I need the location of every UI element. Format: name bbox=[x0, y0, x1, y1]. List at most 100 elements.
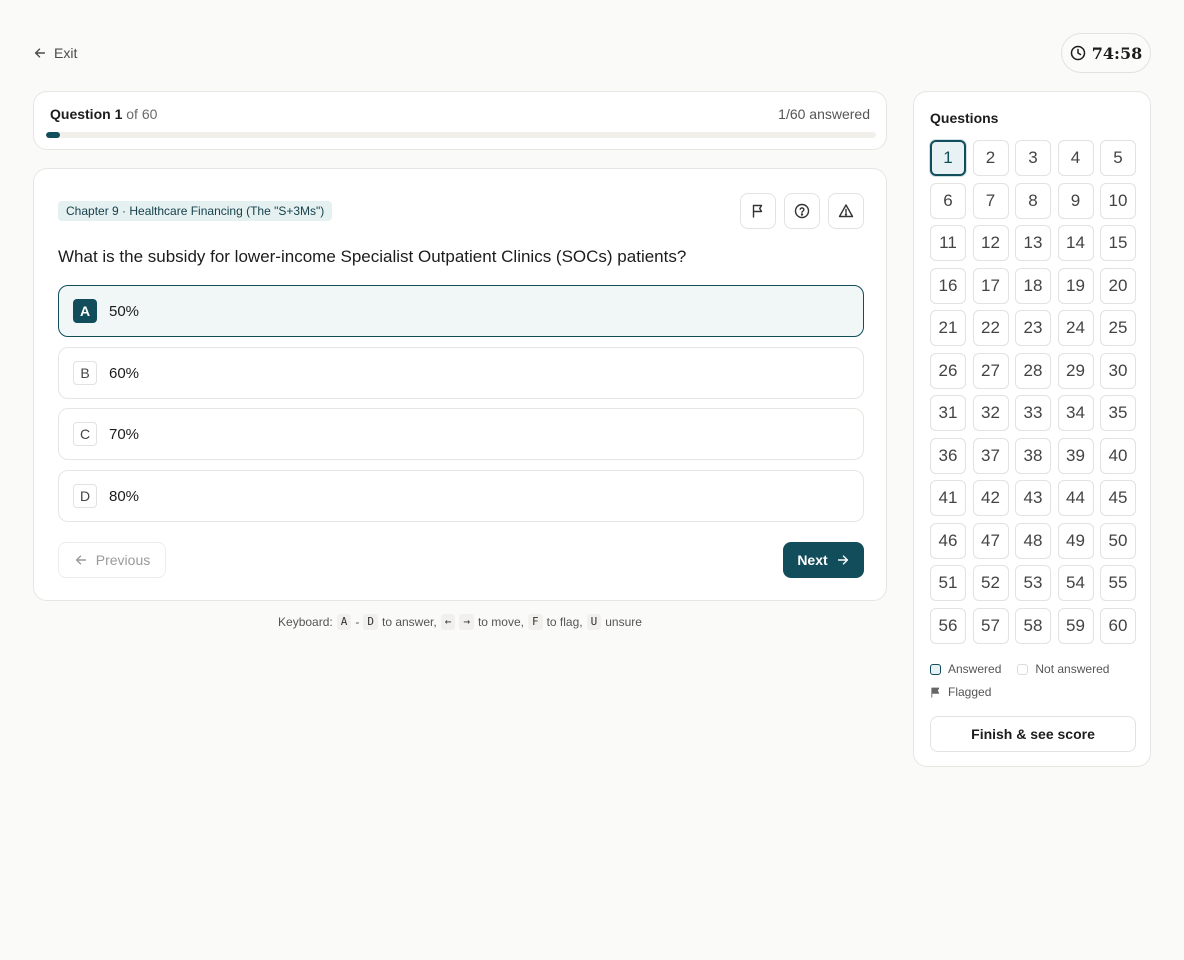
question-cell-25[interactable]: 25 bbox=[1100, 310, 1136, 346]
question-cell-5[interactable]: 5 bbox=[1100, 140, 1136, 176]
question-cell-60[interactable]: 60 bbox=[1100, 607, 1136, 644]
option-text: 80% bbox=[109, 487, 140, 505]
question-cell-33[interactable]: 33 bbox=[1015, 395, 1051, 431]
question-cell-48[interactable]: 48 bbox=[1015, 522, 1051, 559]
question-cell-24[interactable]: 24 bbox=[1057, 310, 1094, 346]
progress-bar bbox=[46, 132, 876, 138]
question-cell-42[interactable]: 42 bbox=[972, 480, 1009, 516]
question-grid: 1 2 3 4 5 6 7 8 9 10 11 12 13 14 15 16 17 18 19 20 21 22 23 24 2… bbox=[930, 140, 1136, 644]
question-cell-15[interactable]: 15 bbox=[1100, 225, 1136, 261]
question-cell-10[interactable]: 10 bbox=[1100, 182, 1136, 219]
warning-triangle-icon bbox=[838, 204, 854, 218]
question-cell-38[interactable]: 38 bbox=[1015, 437, 1051, 474]
question-cell-49[interactable]: 49 bbox=[1057, 522, 1094, 559]
arrow-left-icon bbox=[75, 555, 86, 565]
option-c[interactable]: C 70% bbox=[58, 408, 864, 460]
progress-card: Question 1 of 60 1/60 answered bbox=[33, 91, 887, 150]
option-b[interactable]: B 60% bbox=[58, 347, 864, 399]
flag-icon bbox=[931, 687, 940, 698]
question-cell-54[interactable]: 54 bbox=[1057, 565, 1094, 601]
previous-label: Previous bbox=[95, 552, 151, 568]
arrow-right-icon bbox=[837, 555, 848, 565]
exit-label: Exit bbox=[54, 45, 78, 61]
question-cell-11[interactable]: 11 bbox=[930, 225, 966, 261]
key-a: A bbox=[336, 614, 352, 630]
question-cell-59[interactable]: 59 bbox=[1057, 607, 1094, 644]
question-cell-4[interactable]: 4 bbox=[1057, 140, 1094, 176]
question-cell-23[interactable]: 23 bbox=[1015, 310, 1051, 346]
question-cell-43[interactable]: 43 bbox=[1015, 480, 1051, 516]
question-cell-52[interactable]: 52 bbox=[972, 565, 1009, 601]
question-cell-17[interactable]: 17 bbox=[972, 267, 1009, 304]
question-cell-32[interactable]: 32 bbox=[972, 395, 1009, 431]
question-cell-37[interactable]: 37 bbox=[972, 437, 1009, 474]
question-cell-22[interactable]: 22 bbox=[972, 310, 1009, 346]
question-cell-12[interactable]: 12 bbox=[972, 225, 1009, 261]
question-cell-56[interactable]: 56 bbox=[930, 607, 966, 644]
hint-dash: - bbox=[355, 615, 360, 629]
question-cell-50[interactable]: 50 bbox=[1100, 522, 1136, 559]
question-cell-41[interactable]: 41 bbox=[930, 480, 966, 516]
legend-not-answered-label: Not answered bbox=[1035, 662, 1110, 676]
flag-button[interactable] bbox=[740, 193, 776, 229]
question-cell-35[interactable]: 35 bbox=[1100, 395, 1136, 431]
question-cell-9[interactable]: 9 bbox=[1057, 182, 1094, 219]
question-cell-13[interactable]: 13 bbox=[1015, 225, 1051, 261]
timer: 74:58 bbox=[1061, 33, 1151, 73]
unsure-button[interactable] bbox=[784, 193, 820, 229]
question-cell-30[interactable]: 30 bbox=[1100, 352, 1136, 389]
question-cell-51[interactable]: 51 bbox=[930, 565, 966, 601]
question-total: of 60 bbox=[126, 106, 158, 122]
previous-button[interactable]: Previous bbox=[58, 542, 166, 578]
question-cell-20[interactable]: 20 bbox=[1100, 267, 1136, 304]
next-button[interactable]: Next bbox=[783, 542, 864, 578]
question-cell-34[interactable]: 34 bbox=[1057, 395, 1094, 431]
question-cell-19[interactable]: 19 bbox=[1057, 267, 1094, 304]
question-cell-1[interactable]: 1 bbox=[930, 140, 966, 176]
question-cell-40[interactable]: 40 bbox=[1100, 437, 1136, 474]
key-left: ← bbox=[440, 614, 456, 630]
progress-bar-fill bbox=[46, 132, 60, 138]
not-answered-swatch bbox=[1017, 663, 1029, 675]
question-cell-18[interactable]: 18 bbox=[1015, 267, 1051, 304]
hint-prefix: Keyboard: bbox=[278, 615, 333, 629]
question-cell-14[interactable]: 14 bbox=[1057, 225, 1094, 261]
key-u: U bbox=[586, 614, 602, 630]
option-text: 70% bbox=[109, 425, 140, 443]
question-cell-26[interactable]: 26 bbox=[930, 352, 966, 389]
question-cell-28[interactable]: 28 bbox=[1015, 352, 1051, 389]
question-cell-57[interactable]: 57 bbox=[972, 607, 1009, 644]
question-cell-47[interactable]: 47 bbox=[972, 522, 1009, 559]
report-button[interactable] bbox=[828, 193, 864, 229]
hint-unsure: unsure bbox=[605, 615, 642, 629]
chapter-tag: Chapter 9 · Healthcare Financing (The "S… bbox=[58, 201, 333, 221]
question-cell-55[interactable]: 55 bbox=[1100, 565, 1136, 601]
question-cell-58[interactable]: 58 bbox=[1015, 607, 1051, 644]
question-cell-39[interactable]: 39 bbox=[1057, 437, 1094, 474]
key-right: → bbox=[459, 614, 474, 630]
question-cell-31[interactable]: 31 bbox=[930, 395, 966, 431]
question-cell-27[interactable]: 27 bbox=[972, 352, 1009, 389]
question-cell-6[interactable]: 6 bbox=[930, 182, 966, 219]
option-a[interactable]: A 50% bbox=[58, 285, 864, 337]
question-cell-45[interactable]: 45 bbox=[1100, 480, 1136, 516]
question-cell-29[interactable]: 29 bbox=[1057, 352, 1094, 389]
question-cell-2[interactable]: 2 bbox=[972, 140, 1009, 176]
timer-value: 74:58 bbox=[1091, 43, 1143, 63]
question-cell-46[interactable]: 46 bbox=[930, 522, 966, 559]
question-cell-21[interactable]: 21 bbox=[930, 310, 966, 346]
answered-swatch bbox=[930, 663, 941, 675]
question-cell-53[interactable]: 53 bbox=[1015, 565, 1051, 601]
hint-move: to move, bbox=[477, 615, 524, 629]
option-d[interactable]: D 80% bbox=[58, 470, 864, 522]
legend-answered-label: Answered bbox=[948, 662, 1002, 676]
question-cell-7[interactable]: 7 bbox=[972, 182, 1009, 219]
question-cell-3[interactable]: 3 bbox=[1015, 140, 1051, 176]
question-cell-44[interactable]: 44 bbox=[1057, 480, 1094, 516]
finish-button[interactable]: Finish & see score bbox=[930, 716, 1136, 752]
arrow-left-icon bbox=[34, 48, 46, 58]
exit-button[interactable]: Exit bbox=[33, 43, 77, 63]
question-cell-36[interactable]: 36 bbox=[930, 437, 966, 474]
question-cell-8[interactable]: 8 bbox=[1015, 182, 1051, 219]
question-cell-16[interactable]: 16 bbox=[930, 267, 966, 304]
